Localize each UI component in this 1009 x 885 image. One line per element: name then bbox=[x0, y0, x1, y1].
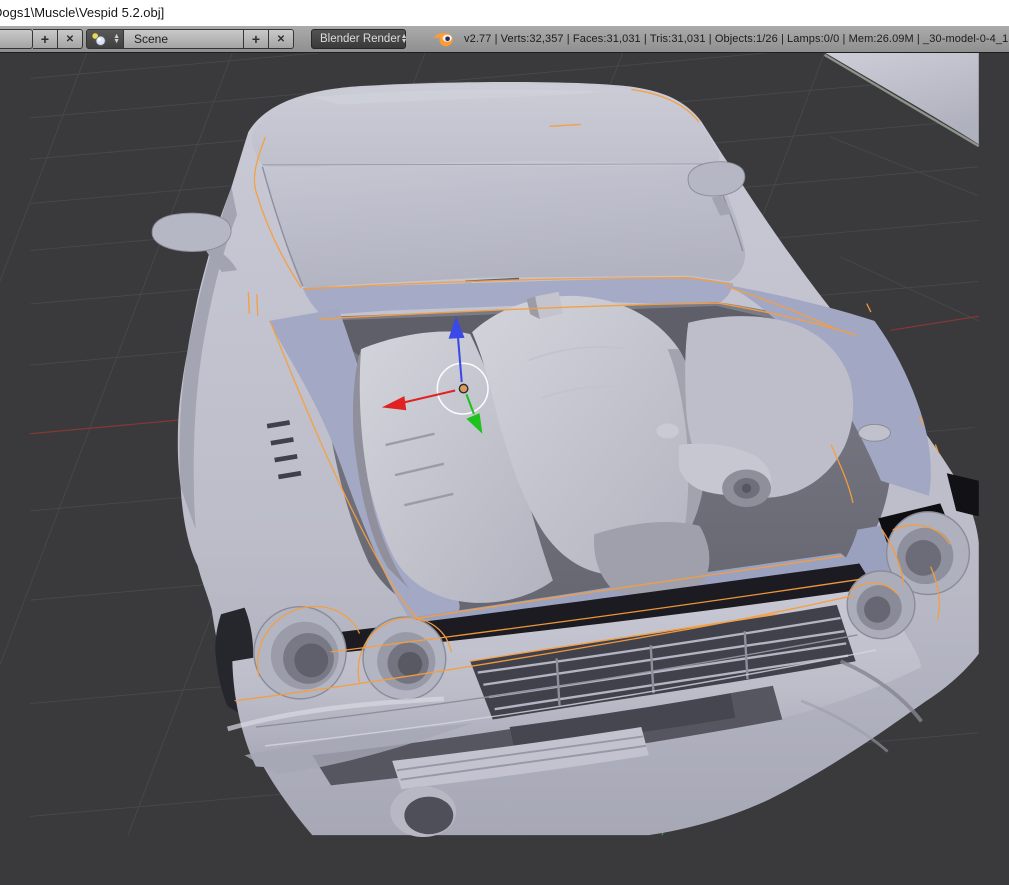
screen-layout-group: + ✕ bbox=[0, 29, 83, 49]
fog-opening-inner bbox=[404, 796, 454, 835]
scene-statistics: v2.77 | Verts:32,357 | Faces:31,031 | Tr… bbox=[464, 33, 1009, 45]
info-editor-header: + ✕ ▲ ▼ Scene + ✕ Blender Render ▲ ▼ v2.… bbox=[0, 26, 1009, 53]
delete-screen-button[interactable]: ✕ bbox=[58, 29, 83, 49]
browse-scene-button[interactable]: ▲ ▼ bbox=[86, 29, 124, 49]
dropdown-arrows-icon: ▲ ▼ bbox=[400, 33, 408, 45]
screen-layout-field[interactable] bbox=[0, 29, 33, 49]
scene-name-field[interactable]: Scene bbox=[124, 29, 244, 49]
scene-datablock-icon bbox=[91, 32, 106, 46]
render-engine-dropdown[interactable]: Blender Render ▲ ▼ bbox=[311, 29, 408, 49]
window-title: Dogs1\Muscle\Vespid 5.2.obj] bbox=[0, 5, 165, 20]
gizmo-center[interactable] bbox=[458, 383, 469, 394]
delete-scene-button[interactable]: ✕ bbox=[269, 29, 294, 49]
viewport-3d[interactable] bbox=[0, 53, 1009, 885]
blender-logo-icon bbox=[433, 30, 455, 48]
browse-arrows-icon: ▲ ▼ bbox=[113, 33, 120, 45]
scene-datablock-group: ▲ ▼ Scene + ✕ bbox=[86, 29, 294, 49]
windshield bbox=[262, 165, 746, 289]
add-scene-button[interactable]: + bbox=[244, 29, 269, 49]
window-titlebar: Dogs1\Muscle\Vespid 5.2.obj] bbox=[0, 0, 1009, 26]
add-screen-button[interactable]: + bbox=[33, 29, 58, 49]
